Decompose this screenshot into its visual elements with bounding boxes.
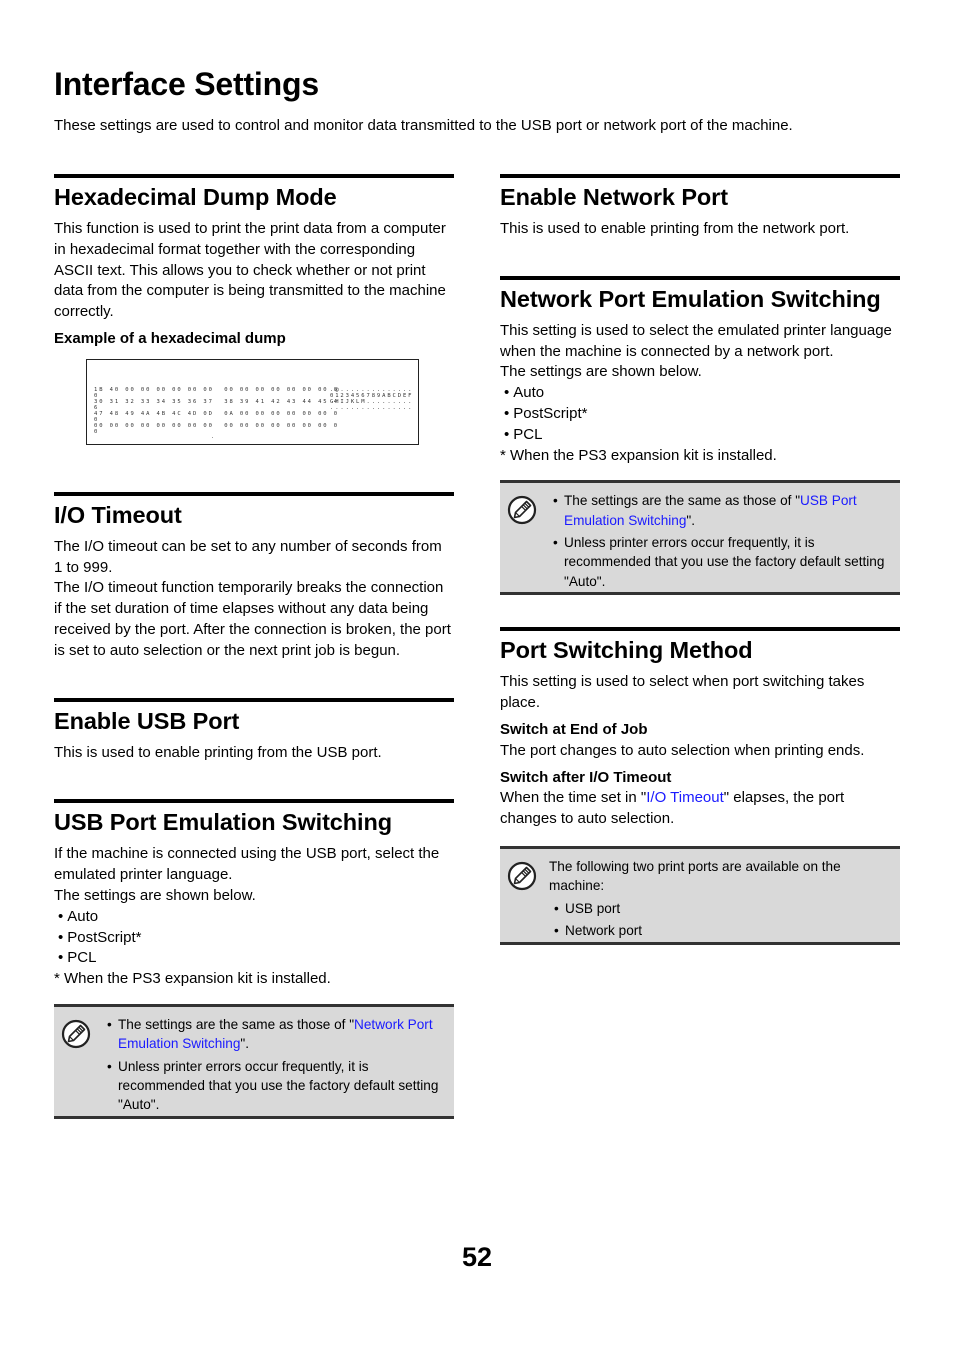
section-paragraph: If the machine is connected using the US… [54,845,440,884]
ascii-row: 0123456789ABCDEF [330,392,414,399]
section-paragraph: This setting is used to select the emula… [500,321,892,360]
section-title: Enable USB Port [54,707,240,734]
section-title: I/O Timeout [54,501,182,528]
section-hexadecimal-dump-mode: Hexadecimal Dump Mode This function is u… [54,174,454,445]
option-text: When the time set in " [500,789,647,807]
example-label: Example of a hexadecimal dump [54,329,286,347]
footnote: * When the PS3 expansion kit is installe… [54,970,331,988]
pencil-note-icon [61,1019,91,1049]
right-column: Enable Network Port This is used to enab… [500,174,900,945]
ascii-row: GHIJKLM......... [330,398,414,405]
section-enable-network-port: Enable Network Port This is used to enab… [500,174,900,240]
note-item: Unless printer errors occur frequently, … [553,533,892,591]
note-box: The settings are the same as those of " U… [500,480,900,596]
option-description: The port changes to auto selection when … [500,741,865,759]
note-text: ". [240,1036,250,1052]
footnote: * When the PS3 expansion kit is installe… [500,446,777,464]
ascii-row: ................ [330,404,414,411]
page-intro: These settings are used to control and m… [54,117,793,134]
left-column: Hexadecimal Dump Mode This function is u… [54,174,454,1119]
note-item: The settings are the same as those of "N… [107,1015,446,1054]
hex-dump-example: 1B 40 00 00 00 00 00 00 00 00 00 00 00 0… [86,358,419,445]
link-io-timeout[interactable]: I/O Timeout [646,789,724,806]
section-port-switching-method: Port Switching Method This setting is us… [500,627,900,830]
hex-values: 1B 40 00 00 00 00 00 00 00 00 00 00 00 0… [94,386,339,435]
section-paragraph: This is used to enable printing from the… [54,743,382,761]
option-title-after-io-timeout: Switch after I/O Timeout [500,768,672,786]
section-title: Network Port Emulation Switching [500,285,881,312]
ascii-values: .@.............. 0123456789ABCDEF GHIJKL… [330,387,413,411]
section-paragraph: This function is used to print the print… [54,220,446,321]
option-postscript: PostScript* [54,928,454,949]
section-paragraph: The I/O timeout function temporarily bre… [54,579,451,659]
section-title: Hexadecimal Dump Mode [54,184,337,210]
option-auto: Auto [54,907,454,928]
section-paragraph: This setting is used to select when port… [500,673,865,712]
page-number: 52 [461,1242,493,1272]
note-text: The settings are the same as those of " [118,1016,355,1032]
option-pcl: PCL [54,948,454,969]
section-paragraph: This is used to enable printing from the… [500,220,850,237]
option-pcl: PCL [500,425,900,446]
note-content: The settings are the same as those of "N… [107,1007,454,1125]
note-item: Unless printer errors occur frequently, … [107,1057,446,1115]
hex-row: 30 31 32 33 34 35 36 37 38 39 41 42 43 4… [94,398,339,405]
section-title: Port Switching Method [500,637,753,664]
section-usb-port-emulation-switching: USB Port Emulation Switching If the mach… [54,799,454,990]
option-description: When the time set in "I/O Timeout" elaps… [500,788,900,830]
option-title-end-of-job: Switch at End of Job [500,720,648,738]
ascii-row: .@.............. [330,386,414,393]
emulation-options-list: Auto PostScript* PCL [500,383,900,445]
note-box: The following two print ports are availa… [500,845,900,945]
note-text: The settings are the same as those of " [564,493,801,509]
option-auto: Auto [500,383,900,404]
note-content: The settings are the same as those of " U… [553,483,900,601]
section-network-port-emulation-switching: Network Port Emulation Switching This se… [500,275,900,467]
note-item-network-port: Network port [554,921,892,941]
hex-row: 1B 40 00 00 00 00 00 00 00 00 00 00 00 0… [94,386,339,393]
note-item: The settings are the same as those of "U… [553,491,892,530]
pencil-note-icon [507,861,537,891]
hex-trailing-mark: . [211,433,216,440]
section-enable-usb-port: Enable USB Port This is used to enable p… [54,697,454,764]
hex-row: 47 48 49 4A 4B 4C 4D 0D 0A 00 00 00 00 0… [94,410,339,417]
note-box: The settings are the same as those of "N… [54,1003,454,1119]
section-paragraph: The settings are shown below. [500,363,702,381]
option-postscript: PostScript* [500,404,900,425]
note-content: The following two print ports are availa… [549,849,900,951]
note-item-usb-port: USB port [554,899,892,919]
section-paragraph: The settings are shown below. [54,886,256,904]
emulation-options-list: Auto PostScript* PCL [54,907,454,969]
section-title: Enable Network Port [500,184,728,210]
section-io-timeout: I/O Timeout The I/O timeout can be set t… [54,491,454,662]
note-text: ". [686,512,696,528]
section-paragraph: The I/O timeout can be set to any number… [54,537,442,576]
note-text: The following two print ports are availa… [549,858,841,894]
section-title: USB Port Emulation Switching [54,809,392,836]
pencil-note-icon [507,496,537,525]
page-title: Interface Settings [54,66,319,102]
hex-row: 00 00 00 00 00 00 00 00 00 00 00 00 00 0… [94,422,339,429]
